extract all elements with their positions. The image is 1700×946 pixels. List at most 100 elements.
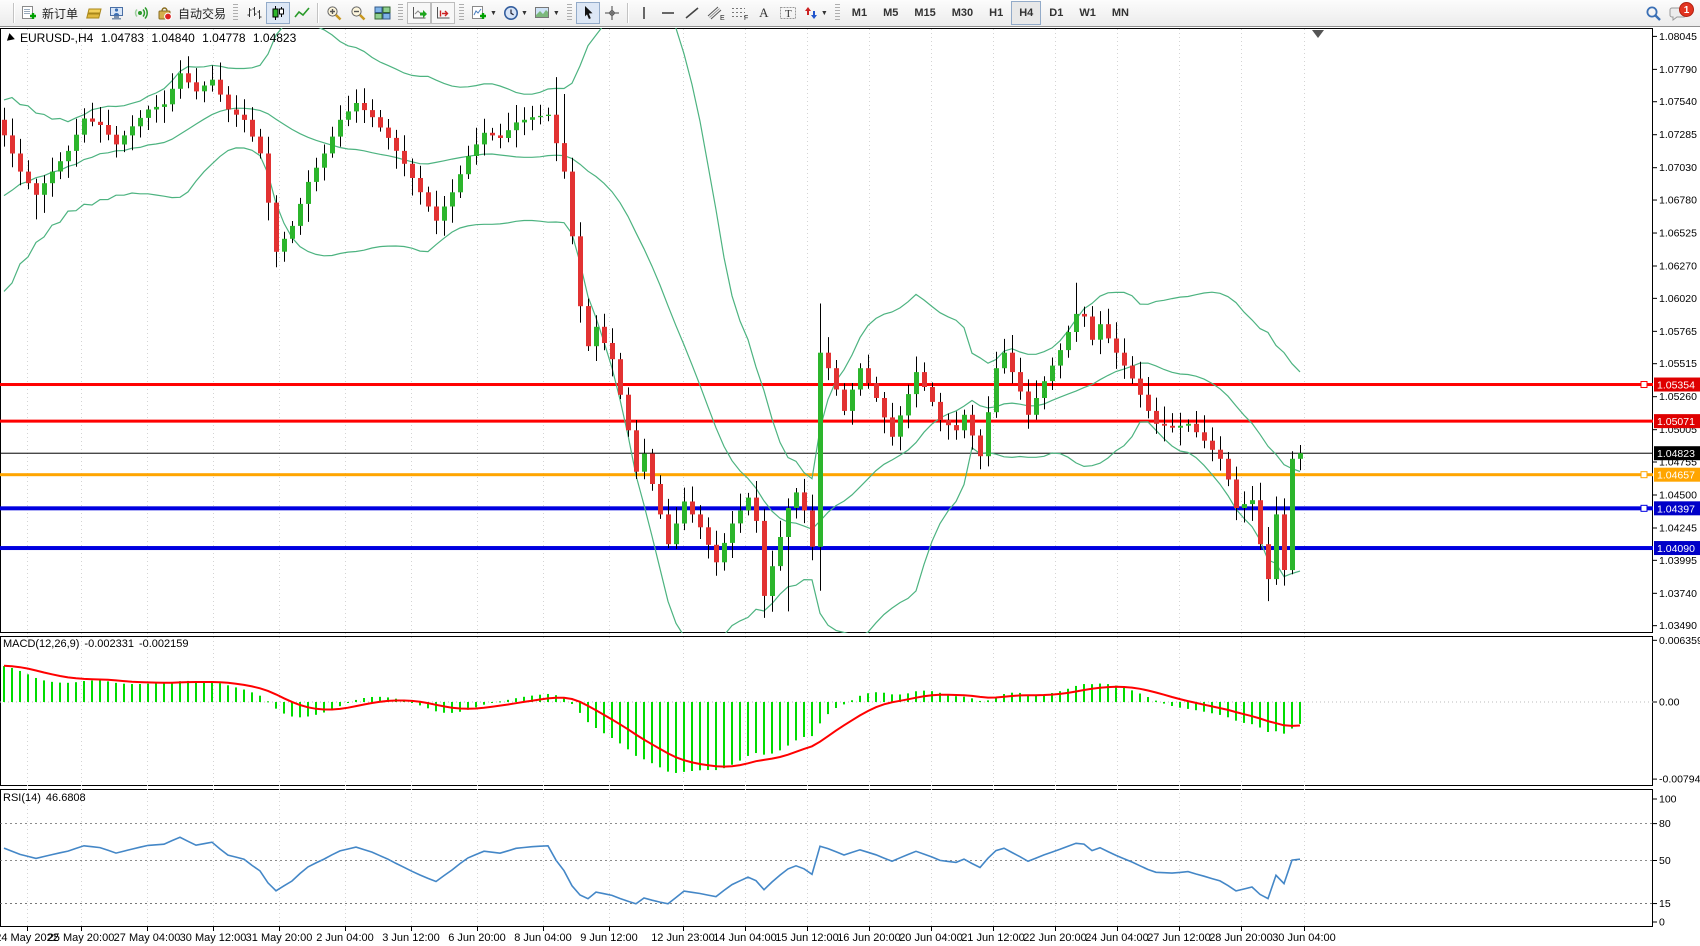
macd-indicator-label: MACD(12,26,9)-0.002331-0.002159	[3, 638, 194, 650]
macd-histogram-bar	[691, 702, 693, 771]
timeframe-M5[interactable]: M5	[875, 1, 906, 25]
price-level-line	[0, 506, 1653, 510]
macd-histogram-bar	[355, 700, 357, 702]
terminal-button[interactable]	[105, 2, 129, 24]
macd-histogram-bar	[147, 684, 149, 702]
macd-histogram-bar	[291, 702, 293, 717]
search-button[interactable]	[1642, 2, 1666, 24]
cursor-icon	[581, 5, 595, 21]
broadcast-icon	[132, 5, 150, 21]
macd-histogram-bar	[883, 693, 885, 702]
indicators-button[interactable]: ▼	[468, 2, 500, 24]
market-watch-button[interactable]	[81, 2, 105, 24]
macd-histogram-bar	[43, 680, 45, 702]
vertical-line-icon	[638, 5, 650, 21]
macd-histogram-bar	[1083, 684, 1085, 702]
chevron-down-icon: ▼	[553, 10, 560, 17]
time-axis-label: 27 May 04:00	[114, 932, 181, 944]
horizontal-line-button[interactable]	[656, 2, 680, 24]
timeframe-MN[interactable]: MN	[1104, 1, 1137, 25]
macd-histogram-bar	[723, 702, 725, 768]
macd-histogram-bar	[1011, 693, 1013, 702]
cursor-button[interactable]	[576, 2, 600, 24]
notifications-button[interactable]: 1	[1666, 2, 1692, 24]
new-order-label: 新订单	[42, 5, 78, 22]
timeframe-D1[interactable]: D1	[1041, 1, 1071, 25]
macd-histogram-bar	[179, 681, 181, 702]
timeframe-H4[interactable]: H4	[1011, 1, 1041, 25]
line-chart-button[interactable]	[290, 2, 314, 24]
price-line-chip-label: 1.04823	[1657, 448, 1695, 460]
time-axis-label: 6 Jun 20:00	[448, 932, 506, 944]
auto-scroll-button[interactable]	[407, 2, 431, 24]
candlestick-chart-button[interactable]	[266, 2, 290, 24]
macd-histogram-bar	[739, 702, 741, 761]
macd-histogram-bar	[971, 698, 973, 702]
tile-windows-button[interactable]	[370, 2, 394, 24]
price-axis-label: 1.06020	[1659, 293, 1697, 305]
macd-histogram-bar	[763, 702, 765, 755]
macd-histogram-bar	[699, 702, 701, 770]
price-axis-label: 1.07540	[1659, 96, 1697, 108]
templates-button[interactable]: ▼	[531, 2, 563, 24]
macd-histogram-bar	[595, 702, 597, 728]
macd-histogram-bar	[1267, 702, 1269, 732]
time-axis-label: 16 Jun 20:00	[837, 932, 901, 944]
macd-histogram-bar	[435, 702, 437, 711]
macd-histogram-bar	[715, 702, 717, 770]
macd-histogram-bar	[363, 698, 365, 702]
signals-button[interactable]	[129, 2, 153, 24]
zoom-in-button[interactable]	[322, 2, 346, 24]
auto-trading-button[interactable]: 自动交易	[153, 2, 229, 24]
trendline-icon	[684, 5, 700, 21]
chart-canvas[interactable]: 24 May 202225 May 20:0027 May 04:0030 Ma…	[0, 0, 1700, 946]
crosshair-button[interactable]	[600, 2, 624, 24]
macd-histogram-bar	[779, 702, 781, 750]
arrows-button[interactable]: ▼	[800, 2, 831, 24]
timeframe-M30[interactable]: M30	[944, 1, 981, 25]
search-icon	[1645, 5, 1663, 22]
price-axis-label: 1.04245	[1659, 522, 1697, 534]
zoom-out-button[interactable]	[346, 2, 370, 24]
fibonacci-button[interactable]: F	[728, 2, 752, 24]
macd-histogram-bar	[99, 681, 101, 702]
rsi-axis-label: 50	[1659, 855, 1671, 867]
macd-histogram-bar	[747, 702, 749, 756]
macd-histogram-bar	[219, 683, 221, 702]
price-axis-label: 1.05515	[1659, 358, 1697, 370]
vertical-line-button[interactable]	[632, 2, 656, 24]
chart-shift-button[interactable]	[431, 2, 455, 24]
trendline-button[interactable]	[680, 2, 704, 24]
timeframe-W1[interactable]: W1	[1071, 1, 1104, 25]
macd-histogram-bar	[251, 692, 253, 702]
text-label-button[interactable]: T	[776, 2, 800, 24]
macd-histogram-bar	[267, 701, 269, 702]
macd-histogram-bar	[731, 702, 733, 765]
new-order-button[interactable]: 新订单	[18, 2, 81, 24]
symbol-period: EURUSD-,H4	[20, 31, 93, 45]
macd-histogram-bar	[1003, 694, 1005, 702]
timeframe-H1[interactable]: H1	[981, 1, 1011, 25]
macd-histogram-bar	[259, 696, 261, 702]
macd-histogram-bar	[755, 702, 757, 753]
periods-button[interactable]: ▼	[500, 2, 531, 24]
macd-histogram-bar	[131, 684, 133, 702]
macd-histogram-bar	[651, 702, 653, 763]
bar-chart-button[interactable]	[242, 2, 266, 24]
price-level-line	[0, 383, 1653, 386]
price-level-line	[0, 453, 1653, 454]
macd-histogram-bar	[163, 683, 165, 702]
macd-histogram-bar	[491, 702, 493, 703]
timeframe-M15[interactable]: M15	[906, 1, 943, 25]
clock-icon	[503, 5, 519, 21]
text-button[interactable]: A	[752, 2, 776, 24]
macd-histogram-bar	[955, 696, 957, 702]
price-line-chip-label: 1.04397	[1657, 503, 1695, 515]
macd-histogram-bar	[75, 682, 77, 702]
price-level-line	[0, 420, 1653, 423]
main-pane	[1, 29, 1653, 633]
macd-histogram-bar	[67, 683, 69, 702]
svg-text:T: T	[785, 8, 792, 20]
timeframe-M1[interactable]: M1	[844, 1, 875, 25]
equidistant-channel-button[interactable]: E	[704, 2, 728, 24]
